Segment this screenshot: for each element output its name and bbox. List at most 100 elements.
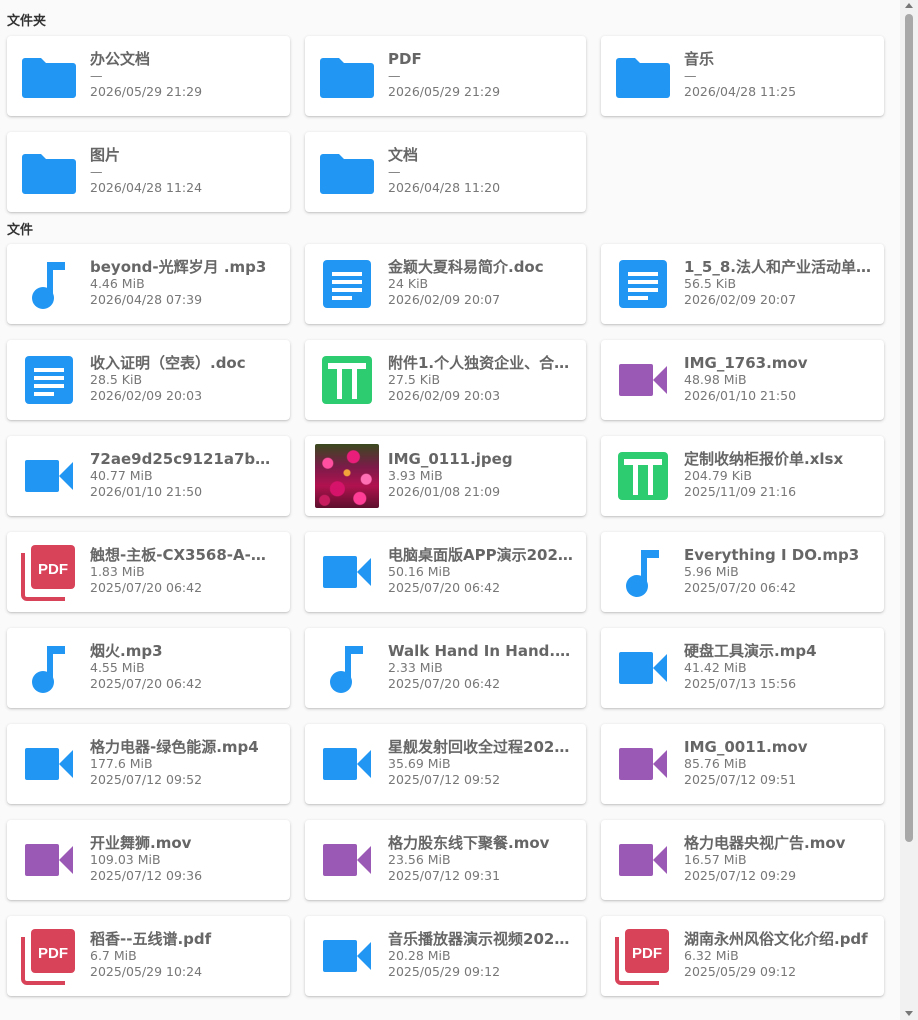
- file-card[interactable]: 附件1.个人独资企业、合伙企业.xlsx27.5 KiB2026/02/09 2…: [305, 340, 586, 420]
- file-size: 28.5 KiB: [90, 372, 143, 387]
- svg-text:PDF: PDF: [38, 561, 68, 578]
- file-card[interactable]: 音乐播放器演示视频2025.mp420.28 MiB2025/05/29 09:…: [305, 916, 586, 996]
- file-info: Everything I DO.mp3 5.96 MiB 2025/07/20 06…: [684, 546, 874, 596]
- file-size: 6.32 MiB: [684, 948, 739, 963]
- file-card[interactable]: 烟火.mp3 4.55 MiB 2025/07/20 06:42: [7, 628, 290, 708]
- file-name: IMG_0111.jpeg: [388, 450, 513, 468]
- file-name: 收入证明（空表）.doc: [90, 354, 246, 372]
- file-name: 硬盘工具演示.mp4: [684, 642, 817, 660]
- file-name: 格力电器央视广告.mov: [684, 834, 846, 852]
- folder-card[interactable]: PDF —2026/05/29 21:29: [305, 36, 586, 116]
- file-size: 3.93 MiB: [388, 468, 443, 483]
- folder-icon: [611, 44, 675, 108]
- file-card[interactable]: PDF 稻香--五线谱.pdf 6.7 MiB 2025/05/29 10:24: [7, 916, 290, 996]
- scrollbar-thumb[interactable]: [905, 14, 913, 842]
- video-icon: [611, 636, 675, 700]
- video-purple-icon: [611, 828, 675, 892]
- file-date: 2026/01/10 21:50: [684, 388, 797, 403]
- file-card[interactable]: 金颖大夏科易简介.doc 24 KiB 2026/02/09 20:07: [305, 244, 586, 324]
- file-info: 硬盘工具演示.mp4 41.42 MiB 2025/07/13 15:56: [684, 642, 874, 692]
- scroll-up-arrow-icon[interactable]: [905, 3, 913, 8]
- file-date: 2025/07/13 15:56: [684, 676, 797, 691]
- file-date: 2025/05/29 10:24: [90, 964, 203, 979]
- file-card[interactable]: Walk Hand In Hand.mp3 2.33 MiB 2025/07/20 …: [305, 628, 586, 708]
- folder-icon: [17, 44, 81, 108]
- file-name: IMG_0011.mov: [684, 738, 808, 756]
- file-info: beyond-光辉岁月 .mp3 4.46 MiB 2026/04/28 07:39: [90, 258, 280, 308]
- file-date: 2025/07/12 09:52: [90, 772, 203, 787]
- file-card[interactable]: Everything I DO.mp3 5.96 MiB 2025/07/20 06…: [601, 532, 884, 612]
- video-icon: [315, 924, 379, 988]
- file-card[interactable]: beyond-光辉岁月 .mp3 4.46 MiB 2026/04/28 07:39: [7, 244, 290, 324]
- file-info: 星舰发射回收全过程2025.mp435.69 MiB2025/07/12 09:…: [388, 738, 576, 788]
- file-size: 177.6 MiB: [90, 756, 153, 771]
- file-browser: 文件夹 办公文档 —2026/05/29 21:29 PDF —2026/05/29 …: [0, 0, 900, 1020]
- file-grid: beyond-光辉岁月 .mp3 4.46 MiB 2026/04/28 07:39…: [7, 244, 885, 996]
- file-card[interactable]: IMG_1763.mov 48.98 MiB 2026/01/10 21:50: [601, 340, 884, 420]
- file-size: 23.56 MiB: [388, 852, 451, 867]
- vertical-scrollbar[interactable]: [900, 0, 918, 1020]
- file-card[interactable]: 1_5_8.法人和产业活动单位清查表.doc56.5 KiB2026/02/09…: [601, 244, 884, 324]
- folder-icon: [315, 44, 379, 108]
- file-name: beyond-光辉岁月 .mp3: [90, 258, 267, 276]
- folder-icon: [17, 140, 81, 204]
- file-date: 2026/04/28 07:39: [90, 292, 203, 307]
- folder-card[interactable]: 文档 —2026/04/28 11:20: [305, 132, 586, 212]
- music-note-icon: [17, 252, 81, 316]
- folder-date: 2026/04/28 11:25: [684, 84, 797, 99]
- file-card[interactable]: 格力电器-绿色能源.mp4 177.6 MiB 2025/07/12 09:52: [7, 724, 290, 804]
- scroll-down-arrow-icon[interactable]: [905, 1011, 913, 1016]
- folder-name: 文档: [388, 146, 419, 164]
- file-size: 6.7 MiB: [90, 948, 137, 963]
- folder-card[interactable]: 办公文档 —2026/05/29 21:29: [7, 36, 290, 116]
- file-info: 定制收纳柜报价单.xlsx 204.79 KiB 2025/11/09 21:16: [684, 450, 874, 500]
- document-icon: [17, 348, 81, 412]
- file-card[interactable]: 开业舞狮.mov 109.03 MiB 2025/07/12 09:36: [7, 820, 290, 900]
- files-section-title: 文件: [7, 223, 34, 238]
- file-info: 烟火.mp3 4.55 MiB 2025/07/20 06:42: [90, 642, 280, 692]
- folder-card[interactable]: 图片 —2026/04/28 11:24: [7, 132, 290, 212]
- file-name: Walk Hand In Hand.mp3: [388, 642, 576, 660]
- file-date: 2025/11/09 21:16: [684, 484, 797, 499]
- video-purple-icon: [611, 732, 675, 796]
- document-icon: [611, 252, 675, 316]
- file-date: 2025/07/12 09:52: [388, 772, 501, 787]
- file-name: IMG_1763.mov: [684, 354, 808, 372]
- file-size: 24 KiB: [388, 276, 429, 291]
- file-card[interactable]: 电脑桌面版APP演示2025.mp450.16 MiB2025/07/20 06…: [305, 532, 586, 612]
- file-info: 金颖大夏科易简介.doc 24 KiB 2026/02/09 20:07: [388, 258, 576, 308]
- file-card[interactable]: PDF 湖南永州风俗文化介绍.pdf 6.32 MiB 2025/05/29 09:1…: [601, 916, 884, 996]
- file-date: 2025/05/29 09:12: [684, 964, 797, 979]
- file-card[interactable]: 定制收纳柜报价单.xlsx 204.79 KiB 2025/11/09 21:16: [601, 436, 884, 516]
- file-card[interactable]: 格力股东线下聚餐.mov 23.56 MiB 2025/07/12 09:31: [305, 820, 586, 900]
- folder-date: 2026/05/29 21:29: [90, 84, 203, 99]
- file-card[interactable]: IMG_0011.mov 85.76 MiB 2025/07/12 09:51: [601, 724, 884, 804]
- file-info: 电脑桌面版APP演示2025.mp450.16 MiB2025/07/20 06…: [388, 546, 576, 596]
- folder-card[interactable]: 音乐 —2026/04/28 11:25: [601, 36, 884, 116]
- file-size: 2.33 MiB: [388, 660, 443, 675]
- file-card[interactable]: IMG_0111.jpeg 3.93 MiB 2026/01/08 21:09: [305, 436, 586, 516]
- file-size: 16.57 MiB: [684, 852, 747, 867]
- folder-date: 2026/04/28 11:24: [90, 180, 203, 195]
- file-name: 星舰发射回收全过程2025.mp4: [388, 738, 576, 756]
- file-name: 定制收纳柜报价单.xlsx: [684, 450, 844, 468]
- file-card[interactable]: 星舰发射回收全过程2025.mp435.69 MiB2025/07/12 09:…: [305, 724, 586, 804]
- file-size: 4.55 MiB: [90, 660, 145, 675]
- folder-size: —: [90, 164, 103, 179]
- file-size: 4.46 MiB: [90, 276, 145, 291]
- file-info: 音乐播放器演示视频2025.mp420.28 MiB2025/05/29 09:…: [388, 930, 576, 980]
- file-info: IMG_1763.mov 48.98 MiB 2026/01/10 21:50: [684, 354, 874, 404]
- file-card[interactable]: PDF 触想-主板-CX3568-A-产品规格书.pdf1.83 MiB2025/…: [7, 532, 290, 612]
- folder-info: PDF —2026/05/29 21:29: [388, 50, 576, 100]
- file-info: 格力股东线下聚餐.mov 23.56 MiB 2025/07/12 09:31: [388, 834, 576, 884]
- video-purple-icon: [17, 828, 81, 892]
- folder-date: 2026/05/29 21:29: [388, 84, 501, 99]
- file-info: 收入证明（空表）.doc 28.5 KiB 2026/02/09 20:03: [90, 354, 280, 404]
- file-card[interactable]: 72ae9d25c9121a7be8c9f0a1.mp440.77 MiB202…: [7, 436, 290, 516]
- file-card[interactable]: 收入证明（空表）.doc 28.5 KiB 2026/02/09 20:03: [7, 340, 290, 420]
- file-card[interactable]: 硬盘工具演示.mp4 41.42 MiB 2025/07/13 15:56: [601, 628, 884, 708]
- file-date: 2026/01/10 21:50: [90, 484, 203, 499]
- file-card[interactable]: 格力电器央视广告.mov 16.57 MiB 2025/07/12 09:29: [601, 820, 884, 900]
- file-date: 2025/05/29 09:12: [388, 964, 501, 979]
- file-info: 稻香--五线谱.pdf 6.7 MiB 2025/05/29 10:24: [90, 930, 280, 980]
